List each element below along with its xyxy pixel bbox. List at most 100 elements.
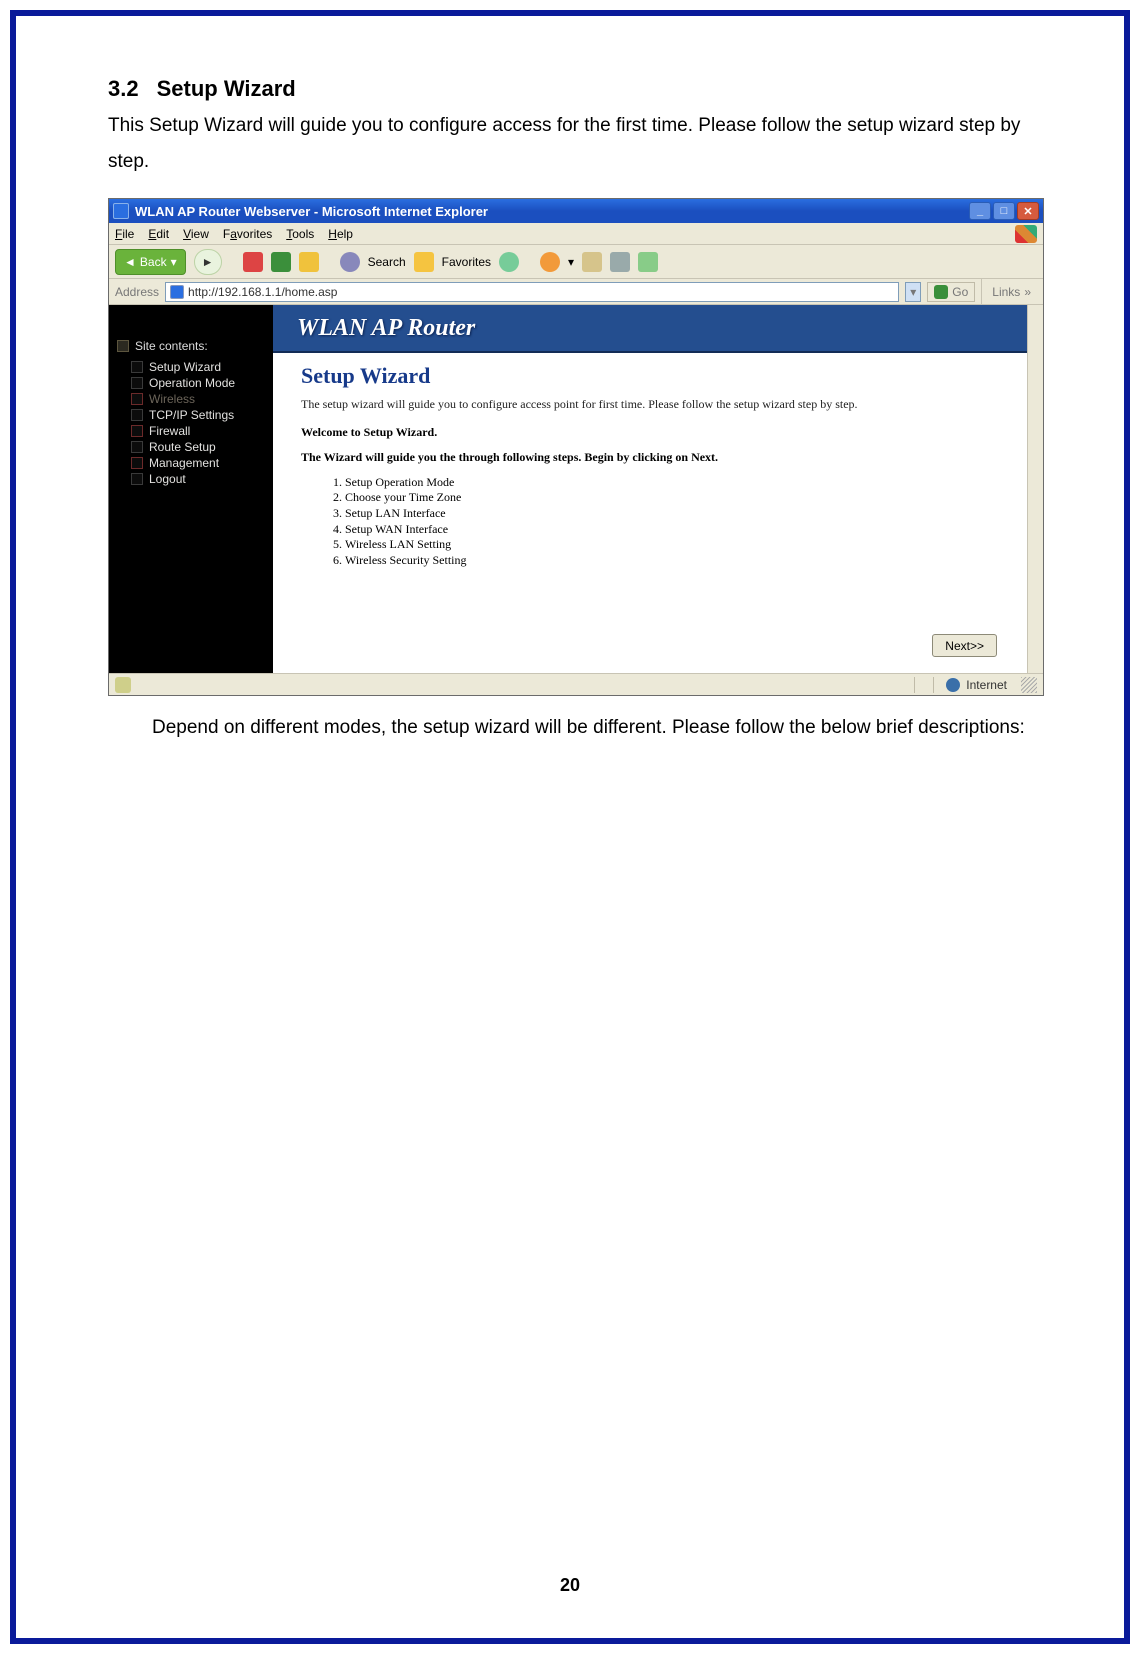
sidebar-item-firewall[interactable]: Firewall xyxy=(131,423,265,439)
sidebar-item-tcpip[interactable]: TCP/IP Settings xyxy=(131,407,265,423)
print-icon[interactable] xyxy=(610,252,630,272)
page-frame: 3.2 Setup Wizard This Setup Wizard will g… xyxy=(10,10,1130,1644)
sidebar-title: Site contents: xyxy=(117,339,265,353)
sidebar: Site contents: Setup Wizard Operation Mo… xyxy=(109,305,273,673)
wizard-step: Wireless LAN Setting xyxy=(345,537,999,553)
menu-help[interactable]: Help xyxy=(328,227,353,241)
sidebar-item-label: Management xyxy=(149,456,219,470)
page-icon xyxy=(131,361,143,373)
wizard-steps: Setup Operation Mode Choose your Time Zo… xyxy=(301,475,999,569)
menu-view[interactable]: View xyxy=(183,227,209,241)
wizard-pane: Setup Wizard The setup wizard will guide… xyxy=(273,353,1027,673)
folder-icon xyxy=(131,425,143,437)
chevron-down-icon[interactable]: ▾ xyxy=(568,255,574,269)
edit-icon[interactable] xyxy=(638,252,658,272)
menu-favorites[interactable]: Favorites xyxy=(223,227,272,241)
address-dropdown[interactable]: ▾ xyxy=(905,282,921,302)
window-buttons: _ □ ✕ xyxy=(969,202,1039,220)
search-icon[interactable] xyxy=(340,252,360,272)
resize-grip-icon[interactable] xyxy=(1021,677,1037,693)
intro-text: This Setup Wizard will guide you to conf… xyxy=(108,108,1032,180)
mail-icon[interactable] xyxy=(582,252,602,272)
page-icon xyxy=(131,473,143,485)
sidebar-item-label: Logout xyxy=(149,472,186,486)
wizard-heading: Setup Wizard xyxy=(301,363,999,389)
sidebar-item-management[interactable]: Management xyxy=(131,455,265,471)
sidebar-item-label: TCP/IP Settings xyxy=(149,408,234,422)
wizard-step: Wireless Security Setting xyxy=(345,553,999,569)
window-title-bar: WLAN AP Router Webserver - Microsoft Int… xyxy=(109,199,1043,223)
page-icon xyxy=(131,441,143,453)
links-label: Links xyxy=(992,285,1020,299)
content-area: WLAN AP Router Setup Wizard The setup wi… xyxy=(273,305,1027,673)
sidebar-item-label: Route Setup xyxy=(149,440,216,454)
menu-tools[interactable]: Tools xyxy=(286,227,314,241)
done-icon xyxy=(115,677,131,693)
sidebar-item-label: Setup Wizard xyxy=(149,360,221,374)
favorites-icon[interactable] xyxy=(414,252,434,272)
menu-edit[interactable]: Edit xyxy=(148,227,169,241)
address-url: http://192.168.1.1/home.asp xyxy=(188,285,337,299)
close-button[interactable]: ✕ xyxy=(1017,202,1039,220)
sidebar-item-label: Firewall xyxy=(149,424,190,438)
sidebar-item-wireless[interactable]: Wireless xyxy=(131,391,265,407)
page-content: 3.2 Setup Wizard This Setup Wizard will g… xyxy=(16,16,1124,804)
section-title: Setup Wizard xyxy=(157,76,296,101)
back-icon: ◄ xyxy=(124,255,136,269)
page-number: 20 xyxy=(16,1575,1124,1596)
maximize-button[interactable]: □ xyxy=(993,202,1015,220)
back-button[interactable]: ◄ Back ▾ xyxy=(115,249,186,275)
chevron-right-icon: » xyxy=(1024,285,1031,299)
address-bar: Address http://192.168.1.1/home.asp ▾ Go… xyxy=(109,279,1043,305)
page-icon xyxy=(131,377,143,389)
address-label: Address xyxy=(115,285,159,299)
wizard-instruction: The Wizard will guide you the through fo… xyxy=(301,450,999,465)
go-icon xyxy=(934,285,948,299)
refresh-icon[interactable] xyxy=(271,252,291,272)
stop-icon[interactable] xyxy=(243,252,263,272)
media-icon[interactable] xyxy=(499,252,519,272)
menu-bar: File Edit View Favorites Tools Help xyxy=(109,223,1043,245)
go-button[interactable]: Go xyxy=(927,282,975,302)
links-button[interactable]: Links » xyxy=(981,279,1037,304)
folder-icon xyxy=(131,457,143,469)
minimize-button[interactable]: _ xyxy=(969,202,991,220)
outro-text: Depend on different modes, the setup wiz… xyxy=(108,710,1032,746)
menu-file[interactable]: File xyxy=(115,227,134,241)
wizard-welcome: Welcome to Setup Wizard. xyxy=(301,425,999,440)
sidebar-item-route-setup[interactable]: Route Setup xyxy=(131,439,265,455)
go-label: Go xyxy=(952,285,968,299)
browser-screenshot: WLAN AP Router Webserver - Microsoft Int… xyxy=(108,198,1044,696)
forward-button[interactable]: ► xyxy=(194,249,222,275)
search-label[interactable]: Search xyxy=(368,255,406,269)
toolbar: ◄ Back ▾ ► Search Favorites ▾ xyxy=(109,245,1043,279)
favorites-label[interactable]: Favorites xyxy=(442,255,491,269)
back-label: Back xyxy=(140,255,167,269)
banner-title: WLAN AP Router xyxy=(297,315,475,342)
page-icon xyxy=(170,285,184,299)
vertical-scrollbar[interactable] xyxy=(1027,305,1043,673)
folder-icon xyxy=(131,409,143,421)
home-icon[interactable] xyxy=(299,252,319,272)
folder-icon xyxy=(131,393,143,405)
sidebar-list: Setup Wizard Operation Mode Wireless TCP… xyxy=(117,359,265,487)
banner: WLAN AP Router xyxy=(273,305,1027,353)
sidebar-item-setup-wizard[interactable]: Setup Wizard xyxy=(131,359,265,375)
wizard-step: Setup Operation Mode xyxy=(345,475,999,491)
browser-body-row: Site contents: Setup Wizard Operation Mo… xyxy=(109,305,1043,673)
sidebar-item-logout[interactable]: Logout xyxy=(131,471,265,487)
forward-icon: ► xyxy=(202,255,214,269)
wizard-step: Choose your Time Zone xyxy=(345,490,999,506)
section-heading: 3.2 Setup Wizard xyxy=(108,76,1032,102)
window-title: WLAN AP Router Webserver - Microsoft Int… xyxy=(135,204,488,219)
sidebar-item-operation-mode[interactable]: Operation Mode xyxy=(131,375,265,391)
ie-icon xyxy=(113,203,129,219)
wizard-desc: The setup wizard will guide you to confi… xyxy=(301,397,999,413)
address-input[interactable]: http://192.168.1.1/home.asp xyxy=(165,282,899,302)
wizard-step: Setup LAN Interface xyxy=(345,506,999,522)
windows-flag-icon xyxy=(1015,225,1037,243)
page-body: Site contents: Setup Wizard Operation Mo… xyxy=(109,305,1027,673)
history-icon[interactable] xyxy=(540,252,560,272)
section-number: 3.2 xyxy=(108,76,139,101)
next-button[interactable]: Next>> xyxy=(932,634,997,657)
